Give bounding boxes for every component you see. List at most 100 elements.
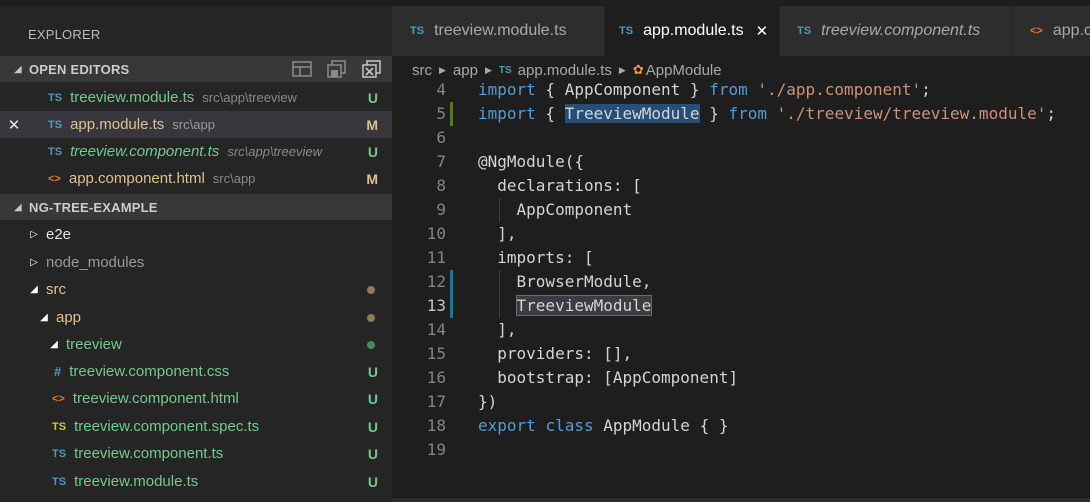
tree-folder-node-modules[interactable]: ▷ node_modules — [0, 249, 392, 276]
gutter-added-marker — [450, 102, 453, 126]
modified-dot — [367, 313, 375, 322]
folder-name: app — [56, 309, 82, 326]
tree-folder-src[interactable]: ◢ src — [0, 276, 392, 303]
file-name: treeview.module.ts — [74, 473, 199, 490]
file-name: treeview.component.spec.ts — [74, 418, 260, 435]
title-strip — [0, 0, 392, 6]
project-folder-header[interactable]: ◢ NG-TREE-EXAMPLE — [0, 194, 392, 220]
line-number: 7 — [436, 152, 446, 171]
line-number: 9 — [436, 200, 446, 219]
tree-folder-treeview[interactable]: ◢ treeview — [0, 331, 392, 358]
chevron-down-icon: ◢ — [40, 312, 48, 323]
untracked-badge: U — [367, 445, 378, 462]
line-number: 16 — [426, 368, 446, 387]
class-symbol-icon: ✿ — [632, 62, 644, 77]
open-editors-label: OPEN EDITORS — [29, 61, 130, 77]
open-editors-actions — [289, 60, 384, 78]
close-all-icon[interactable] — [359, 60, 384, 78]
line-number: 15 — [426, 344, 446, 363]
breadcrumb-item-symbol[interactable]: AppModule — [646, 62, 722, 79]
tree-folder-app[interactable]: ◢ app — [0, 304, 392, 331]
code-line: ], — [478, 224, 517, 243]
css-file-icon: # — [54, 364, 62, 379]
code-editor[interactable]: 4 5 6 7 8 9 10 11 12 13 14 15 16 17 18 1… — [392, 80, 1090, 502]
word-highlight: TreeviewModule — [515, 295, 653, 316]
gutter-modified-marker — [450, 270, 453, 318]
untracked-badge: U — [367, 473, 378, 490]
tree-folder-e2e[interactable]: ▷ e2e — [0, 221, 392, 248]
line-number: 14 — [426, 320, 446, 339]
open-editor-item[interactable]: <> app.component.html src\app M — [0, 165, 392, 192]
html-file-icon: <> — [1030, 25, 1043, 37]
close-tab-icon[interactable]: ✕ — [756, 22, 769, 40]
code-line: BrowserModule, — [478, 272, 652, 291]
code-line-current: TreeviewModule — [478, 294, 653, 318]
selection-highlight: TreeviewModule — [564, 104, 700, 123]
chevron-down-icon: ◢ — [30, 284, 38, 295]
tree-file[interactable]: TS treeview.component.spec.ts U — [0, 413, 392, 440]
html-file-icon: <> — [48, 172, 61, 185]
panel-border — [392, 498, 1090, 502]
file-name: treeview.module.ts — [70, 89, 195, 106]
untracked-dot — [367, 340, 375, 349]
code-line: import { TreeviewModule } from './treevi… — [478, 104, 1056, 123]
untracked-badge: U — [367, 143, 378, 160]
folder-name: e2e — [46, 226, 72, 243]
file-path: src\app\treeview — [227, 144, 322, 159]
file-name: treeview.component.css — [69, 363, 230, 380]
code-line: }) — [478, 392, 498, 411]
open-editor-item[interactable]: TS treeview.module.ts src\app\treeview U — [0, 84, 392, 111]
code-line: import { AppComponent } from './app.comp… — [478, 80, 931, 99]
folder-name: treeview — [66, 336, 122, 353]
tree-file[interactable]: TS treeview.module.ts U — [0, 468, 392, 495]
code-line: declarations: [ — [478, 176, 642, 195]
folder-name: src — [46, 281, 66, 298]
typescript-file-icon: TS — [48, 91, 63, 104]
untracked-badge: U — [367, 390, 378, 407]
tab-app-component[interactable]: <> app.c — [1013, 6, 1090, 56]
save-all-icon[interactable] — [324, 60, 349, 78]
chevron-right-icon: ▶ — [484, 64, 492, 75]
tab-label: app.c — [1052, 22, 1090, 39]
code-line: imports: [ — [478, 248, 594, 267]
typescript-file-icon: TS — [52, 475, 67, 488]
line-number: 19 — [426, 440, 446, 459]
open-editors-header[interactable]: ◢ OPEN EDITORS — [0, 56, 392, 82]
line-number: 11 — [426, 248, 446, 267]
breadcrumb-item-src[interactable]: src — [412, 62, 432, 79]
untracked-badge: U — [367, 363, 378, 380]
typescript-file-icon: TS — [410, 25, 425, 37]
chevron-down-icon: ◢ — [14, 63, 22, 75]
tree-file[interactable]: TS treeview.component.ts U — [0, 440, 392, 467]
code-line: bootstrap: [AppComponent] — [478, 368, 739, 387]
tab-label: treeview.component.ts — [821, 22, 981, 39]
file-path: src\app — [172, 117, 215, 132]
tab-treeview-module[interactable]: TS treeview.module.ts — [392, 6, 604, 56]
file-name: treeview.component.ts — [74, 445, 224, 462]
chevron-down-icon: ◢ — [14, 201, 22, 213]
folder-name: node_modules — [46, 254, 145, 271]
typescript-test-file-icon: TS — [52, 420, 67, 433]
modified-badge: M — [366, 170, 378, 187]
chevron-down-icon: ◢ — [50, 339, 58, 350]
typescript-file-icon: TS — [52, 447, 67, 460]
tab-label: app.module.ts — [643, 22, 744, 39]
tab-treeview-component[interactable]: TS treeview.component.ts — [780, 6, 1012, 56]
line-number-current: 13 — [426, 296, 446, 315]
toggle-vertical-layout-icon[interactable] — [289, 60, 314, 78]
typescript-file-icon: TS — [48, 145, 63, 158]
breadcrumb-item-file[interactable]: app.module.ts — [518, 62, 612, 79]
line-number: 12 — [426, 272, 446, 291]
tree-file[interactable]: # treeview.component.css U — [0, 358, 392, 385]
file-name: app.component.html — [68, 170, 205, 187]
line-number: 17 — [426, 392, 446, 411]
tree-file[interactable]: <> treeview.component.html U — [0, 385, 392, 412]
typescript-file-icon: TS — [498, 64, 512, 76]
chevron-right-icon: ▶ — [618, 64, 626, 75]
open-editor-item-active[interactable]: ✕ TS app.module.ts src\app M — [0, 111, 392, 138]
breadcrumb-item-app[interactable]: app — [453, 62, 478, 79]
open-editor-item[interactable]: TS treeview.component.ts src\app\treevie… — [0, 138, 392, 165]
tab-app-module[interactable]: TS app.module.ts ✕ — [605, 6, 779, 56]
typescript-file-icon: TS — [619, 25, 634, 37]
close-icon[interactable]: ✕ — [0, 116, 28, 134]
